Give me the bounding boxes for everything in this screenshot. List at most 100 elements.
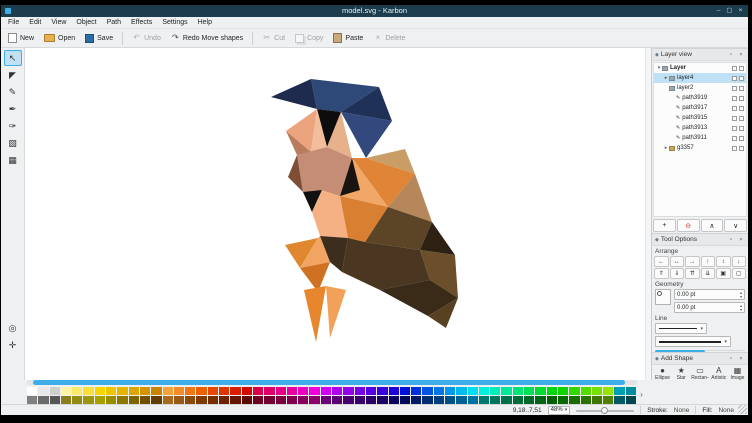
lock-toggle[interactable]	[739, 86, 744, 91]
palette-swatch[interactable]	[626, 396, 636, 404]
palette-swatch[interactable]	[479, 396, 489, 404]
palette-swatch[interactable]	[434, 396, 444, 404]
palette-swatch[interactable]	[242, 396, 252, 404]
palette-swatch[interactable]	[264, 396, 274, 404]
palette-swatch[interactable]	[332, 387, 342, 395]
palette-swatch[interactable]	[219, 387, 229, 395]
palette-swatch[interactable]	[309, 387, 319, 395]
scrollbar-thumb[interactable]	[33, 380, 625, 385]
palette-swatch[interactable]	[298, 387, 308, 395]
palette-swatch[interactable]	[422, 387, 432, 395]
select-tool[interactable]: ↖	[4, 50, 22, 66]
add-shape-header[interactable]: ◆ Add Shape ▫ ×	[652, 352, 748, 365]
close-docker-icon[interactable]: ×	[737, 52, 745, 58]
shape-edit-tool[interactable]: ◤	[4, 67, 22, 83]
lock-toggle[interactable]	[739, 146, 744, 151]
float-docker-icon[interactable]: ▫	[727, 356, 735, 362]
palette-swatch[interactable]	[83, 387, 93, 395]
palette-swatch[interactable]	[490, 396, 500, 404]
position-anchor-widget[interactable]	[655, 289, 671, 305]
palette-swatch[interactable]	[264, 387, 274, 395]
layer-view-header[interactable]: ◆ Layer view ▫ ×	[652, 48, 748, 61]
paste-button[interactable]: Paste	[329, 31, 367, 45]
titlebar[interactable]: model.svg - Karbon –▢×	[1, 5, 748, 17]
lock-toggle[interactable]	[739, 76, 744, 81]
align-left-button[interactable]: ←	[654, 256, 669, 267]
palette-swatch[interactable]	[547, 396, 557, 404]
palette-swatch[interactable]	[117, 396, 127, 404]
palette-swatch[interactable]	[434, 387, 444, 395]
spin-down-icon[interactable]: ▾	[740, 308, 742, 312]
layer-row[interactable]: ▾Layer	[654, 63, 746, 73]
horizontal-scrollbar[interactable]	[27, 380, 637, 385]
palette-swatch[interactable]	[140, 396, 150, 404]
line-width-select[interactable]: ▾	[655, 336, 731, 347]
menu-view[interactable]: View	[46, 17, 71, 29]
palette-swatch[interactable]	[298, 396, 308, 404]
artistic-text-shape[interactable]: AArtistic	[710, 366, 727, 380]
palette-swatch[interactable]	[569, 396, 579, 404]
ellipse-shape[interactable]: ●Ellipse	[654, 366, 671, 380]
palette-swatch[interactable]	[61, 396, 71, 404]
palette-swatch[interactable]	[513, 396, 523, 404]
palette-swatch[interactable]	[445, 387, 455, 395]
palette-swatch[interactable]	[468, 396, 478, 404]
palette-swatch[interactable]	[400, 396, 410, 404]
palette-swatch[interactable]	[185, 396, 195, 404]
palette-swatch[interactable]	[38, 396, 48, 404]
palette-swatch[interactable]	[253, 396, 263, 404]
close-docker-icon[interactable]: ×	[737, 356, 745, 362]
palette-swatch[interactable]	[95, 387, 105, 395]
layer-row[interactable]: ✎path3917	[654, 103, 746, 113]
zoom-slider[interactable]	[576, 406, 634, 415]
palette-swatch[interactable]	[614, 387, 624, 395]
palette-swatch[interactable]	[27, 396, 37, 404]
calligraphy-tool[interactable]: ✑	[4, 118, 22, 134]
visibility-toggle[interactable]	[732, 86, 737, 91]
palette-swatch[interactable]	[456, 396, 466, 404]
palette-swatch[interactable]	[332, 396, 342, 404]
raise-layer-button[interactable]: ∧	[701, 219, 724, 232]
visibility-toggle[interactable]	[732, 76, 737, 81]
lower-layer-button[interactable]: ∨	[724, 219, 747, 232]
palette-swatch[interactable]	[479, 387, 489, 395]
gradient-tool[interactable]: ▧	[4, 135, 22, 151]
palette-swatch[interactable]	[456, 387, 466, 395]
menu-effects[interactable]: Effects	[126, 17, 157, 29]
palette-swatch[interactable]	[626, 387, 636, 395]
slider-thumb[interactable]	[601, 407, 608, 414]
path-tool[interactable]: ✒	[4, 101, 22, 117]
raise-button[interactable]: ⇈	[685, 268, 700, 279]
palette-swatch[interactable]	[196, 387, 206, 395]
layer-row[interactable]: ✎path3913	[654, 123, 746, 133]
palette-swatch[interactable]	[535, 396, 545, 404]
zoom-select[interactable]: 48% ▾	[548, 406, 571, 415]
geometry-spinbox-x[interactable]: 0.00 pt▴▾	[674, 289, 745, 300]
palette-swatch[interactable]	[501, 387, 511, 395]
palette-swatch[interactable]	[445, 396, 455, 404]
palette-swatch[interactable]	[253, 387, 263, 395]
visibility-toggle[interactable]	[732, 106, 737, 111]
palette-swatch[interactable]	[242, 387, 252, 395]
palette-swatch[interactable]	[219, 396, 229, 404]
palette-swatch[interactable]	[95, 396, 105, 404]
palette-swatch[interactable]	[129, 387, 139, 395]
palette-swatch[interactable]	[366, 387, 376, 395]
spinbox-arrows[interactable]: ▴▾	[740, 291, 742, 299]
palette-swatch[interactable]	[547, 387, 557, 395]
palette-swatch[interactable]	[140, 387, 150, 395]
image-shape[interactable]: ▦Image	[729, 366, 746, 380]
palette-swatch[interactable]	[174, 387, 184, 395]
menu-path[interactable]: Path	[102, 17, 126, 29]
ungroup-button[interactable]: ▢	[732, 268, 747, 279]
palette-swatch[interactable]	[151, 387, 161, 395]
palette-swatch[interactable]	[61, 387, 71, 395]
palette-swatch[interactable]	[614, 396, 624, 404]
lock-toggle[interactable]	[739, 136, 744, 141]
pan-tool[interactable]: ✛	[4, 337, 22, 353]
palette-swatch[interactable]	[50, 387, 60, 395]
palette-swatch[interactable]	[558, 387, 568, 395]
palette-swatch[interactable]	[151, 396, 161, 404]
palette-swatch[interactable]	[50, 396, 60, 404]
palette-swatch[interactable]	[208, 396, 218, 404]
